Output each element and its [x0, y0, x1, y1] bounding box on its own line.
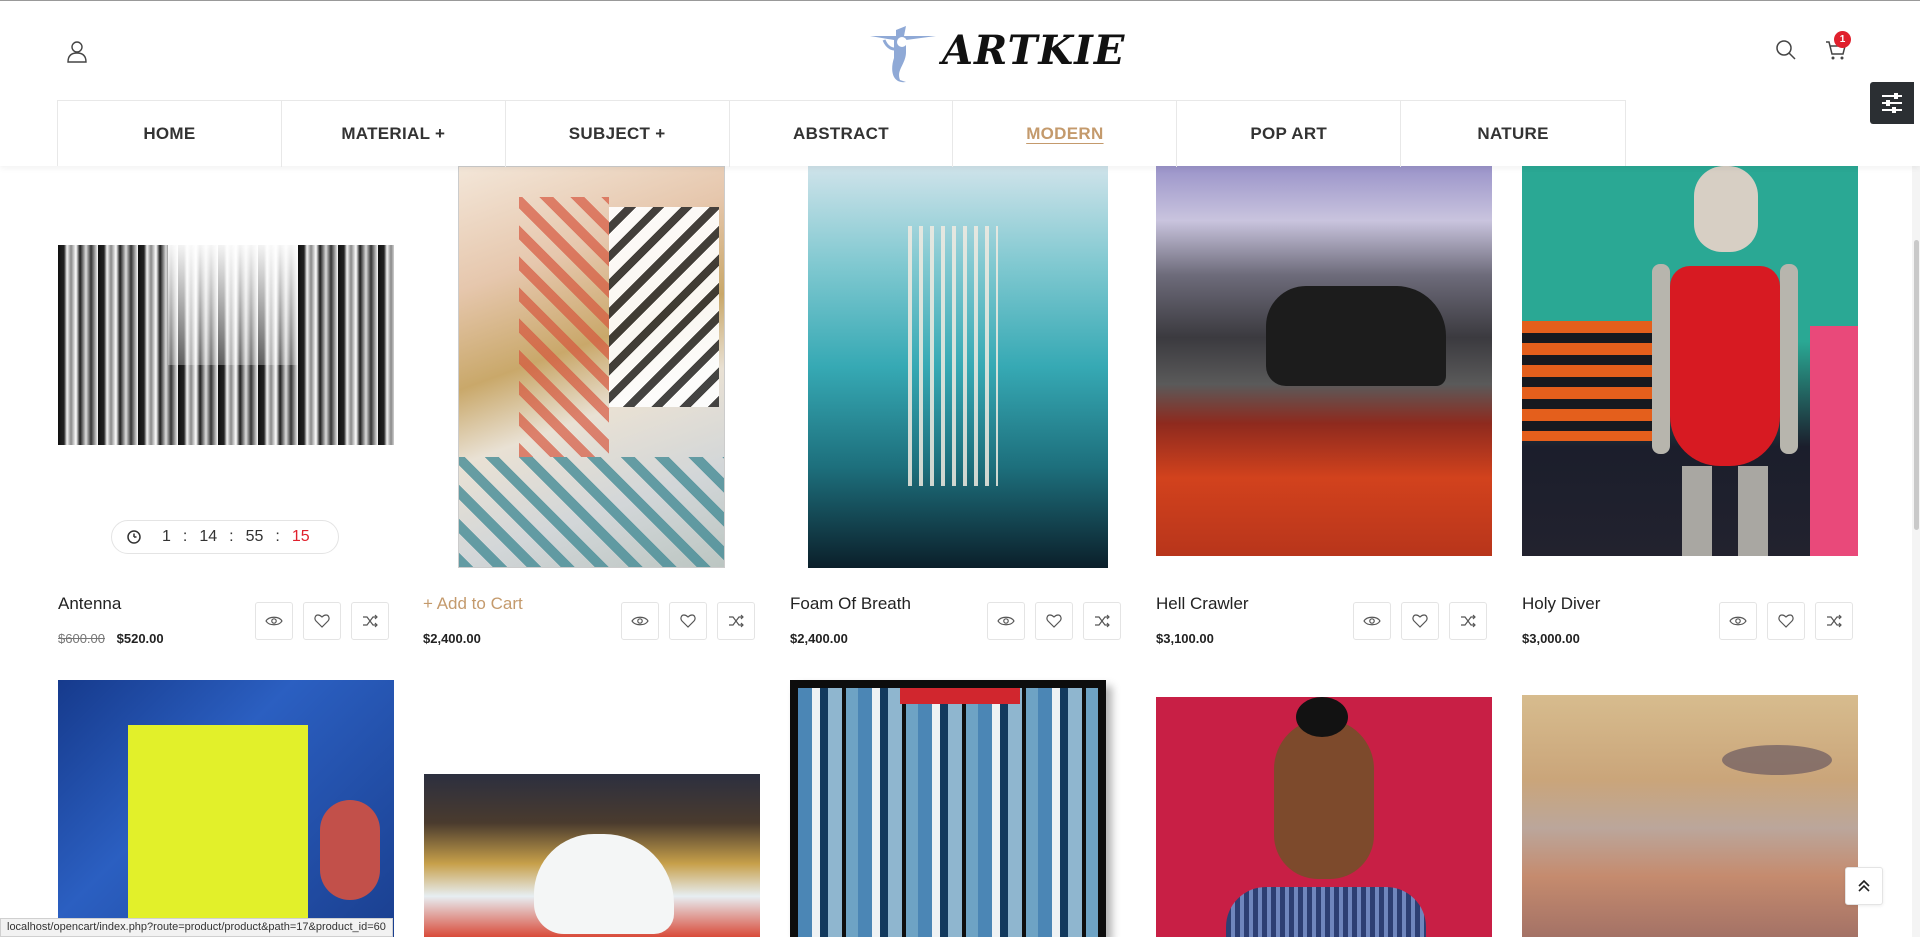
wishlist-button[interactable] — [1401, 602, 1439, 640]
user-icon[interactable] — [64, 38, 90, 64]
product-price: $3,000.00 — [1522, 631, 1580, 646]
product-price: $3,100.00 — [1156, 631, 1214, 646]
old-price: $600.00 — [58, 631, 105, 646]
product-actions — [987, 602, 1121, 640]
nav-material[interactable]: MATERIAL + — [282, 101, 506, 167]
logo-text: ARTKIE — [942, 26, 1126, 74]
product-name-holy-diver[interactable]: Holy Diver — [1522, 594, 1600, 614]
heart-icon — [680, 614, 696, 628]
sliders-icon — [1882, 93, 1902, 113]
product-actions — [255, 602, 389, 640]
main-nav: HOME MATERIAL + SUBJECT + ABSTRACT MODER… — [57, 100, 1626, 167]
product-name-foam-of-breath[interactable]: Foam Of Breath — [790, 594, 911, 614]
nav-pop-art[interactable]: POP ART — [1177, 101, 1402, 167]
product-image-foam-of-breath[interactable] — [808, 166, 1108, 568]
eye-icon — [1729, 616, 1747, 626]
countdown-separator: : — [275, 528, 280, 545]
eye-icon — [631, 616, 649, 626]
compare-button[interactable] — [1449, 602, 1487, 640]
product-actions — [1353, 602, 1487, 640]
cart-count-badge: 1 — [1834, 31, 1851, 48]
product-actions — [621, 602, 755, 640]
heart-icon — [1778, 614, 1794, 628]
scrollbar-thumb[interactable] — [1914, 240, 1919, 530]
product-actions — [1719, 602, 1853, 640]
product-image-portrait-woman[interactable] — [1156, 697, 1492, 937]
nav-abstract[interactable]: ABSTRACT — [730, 101, 954, 167]
eye-icon — [265, 616, 283, 626]
quick-view-button[interactable] — [1719, 602, 1757, 640]
product-image-cloud-abstract[interactable] — [424, 774, 760, 937]
quick-view-button[interactable] — [987, 602, 1025, 640]
nav-subject[interactable]: SUBJECT + — [506, 101, 730, 167]
compare-button[interactable] — [351, 602, 389, 640]
quick-view-button[interactable] — [621, 602, 659, 640]
double-chevron-up-icon — [1858, 879, 1870, 892]
nav-home[interactable]: HOME — [58, 101, 282, 167]
wishlist-button[interactable] — [1035, 602, 1073, 640]
compare-button[interactable] — [1083, 602, 1121, 640]
product-price: $2,400.00 — [790, 631, 848, 646]
shuffle-icon — [1095, 614, 1110, 628]
site-header: ARTKIE 1 HOME MATERIAL + SUBJECT + ABSTR… — [0, 0, 1920, 167]
product-image-blue-stripes[interactable] — [790, 680, 1106, 937]
product-image-landscape[interactable] — [1522, 695, 1858, 937]
product-image-antenna[interactable] — [58, 245, 394, 445]
clock-icon — [127, 530, 141, 544]
nav-nature[interactable]: NATURE — [1401, 101, 1625, 167]
countdown-seconds: 15 — [291, 528, 310, 545]
wishlist-button[interactable] — [1767, 602, 1805, 640]
quick-view-button[interactable] — [255, 602, 293, 640]
wishlist-button[interactable] — [669, 602, 707, 640]
product-name-antenna[interactable]: Antenna — [58, 594, 121, 614]
search-icon[interactable] — [1774, 38, 1798, 62]
product-image-holy-diver[interactable] — [1522, 166, 1858, 556]
product-image-patterned[interactable] — [458, 166, 725, 568]
product-price: $2,400.00 — [423, 631, 481, 646]
quick-view-button[interactable] — [1353, 602, 1391, 640]
special-price: $520.00 — [116, 631, 164, 646]
product-price-antenna: $600.00 $520.00 — [58, 631, 164, 646]
heart-icon — [1046, 614, 1062, 628]
browser-status-url: localhost/opencart/index.php?route=produ… — [0, 918, 393, 937]
product-image-hell-crawler[interactable] — [1156, 166, 1492, 556]
logo[interactable]: ARTKIE — [866, 14, 1125, 86]
countdown-separator: : — [182, 528, 188, 545]
countdown-hours: 14 — [199, 528, 218, 545]
product-name-hell-crawler[interactable]: Hell Crawler — [1156, 594, 1249, 614]
heart-icon — [1412, 614, 1428, 628]
countdown-days: 1 — [162, 528, 171, 545]
nav-modern[interactable]: MODERN — [953, 101, 1178, 167]
scroll-to-top-button[interactable] — [1845, 867, 1883, 905]
eye-icon — [1363, 616, 1381, 626]
countdown-minutes: 55 — [245, 528, 264, 545]
settings-panel-button[interactable] — [1870, 82, 1914, 124]
countdown-timer: 1 : 14 : 55 : 15 — [111, 520, 339, 554]
shuffle-icon — [363, 614, 378, 628]
add-to-cart-link[interactable]: + Add to Cart — [423, 594, 523, 614]
logo-mark-icon — [870, 26, 936, 83]
countdown-separator: : — [229, 528, 234, 545]
compare-button[interactable] — [1815, 602, 1853, 640]
shuffle-icon — [1461, 614, 1476, 628]
wishlist-button[interactable] — [303, 602, 341, 640]
top-border — [0, 0, 1920, 1]
compare-button[interactable] — [717, 602, 755, 640]
heart-icon — [314, 614, 330, 628]
shuffle-icon — [1827, 614, 1842, 628]
product-image-yellow-abstract[interactable] — [58, 680, 394, 937]
shuffle-icon — [729, 614, 744, 628]
eye-icon — [997, 616, 1015, 626]
page: ARTKIE 1 HOME MATERIAL + SUBJECT + ABSTR… — [0, 0, 1920, 937]
